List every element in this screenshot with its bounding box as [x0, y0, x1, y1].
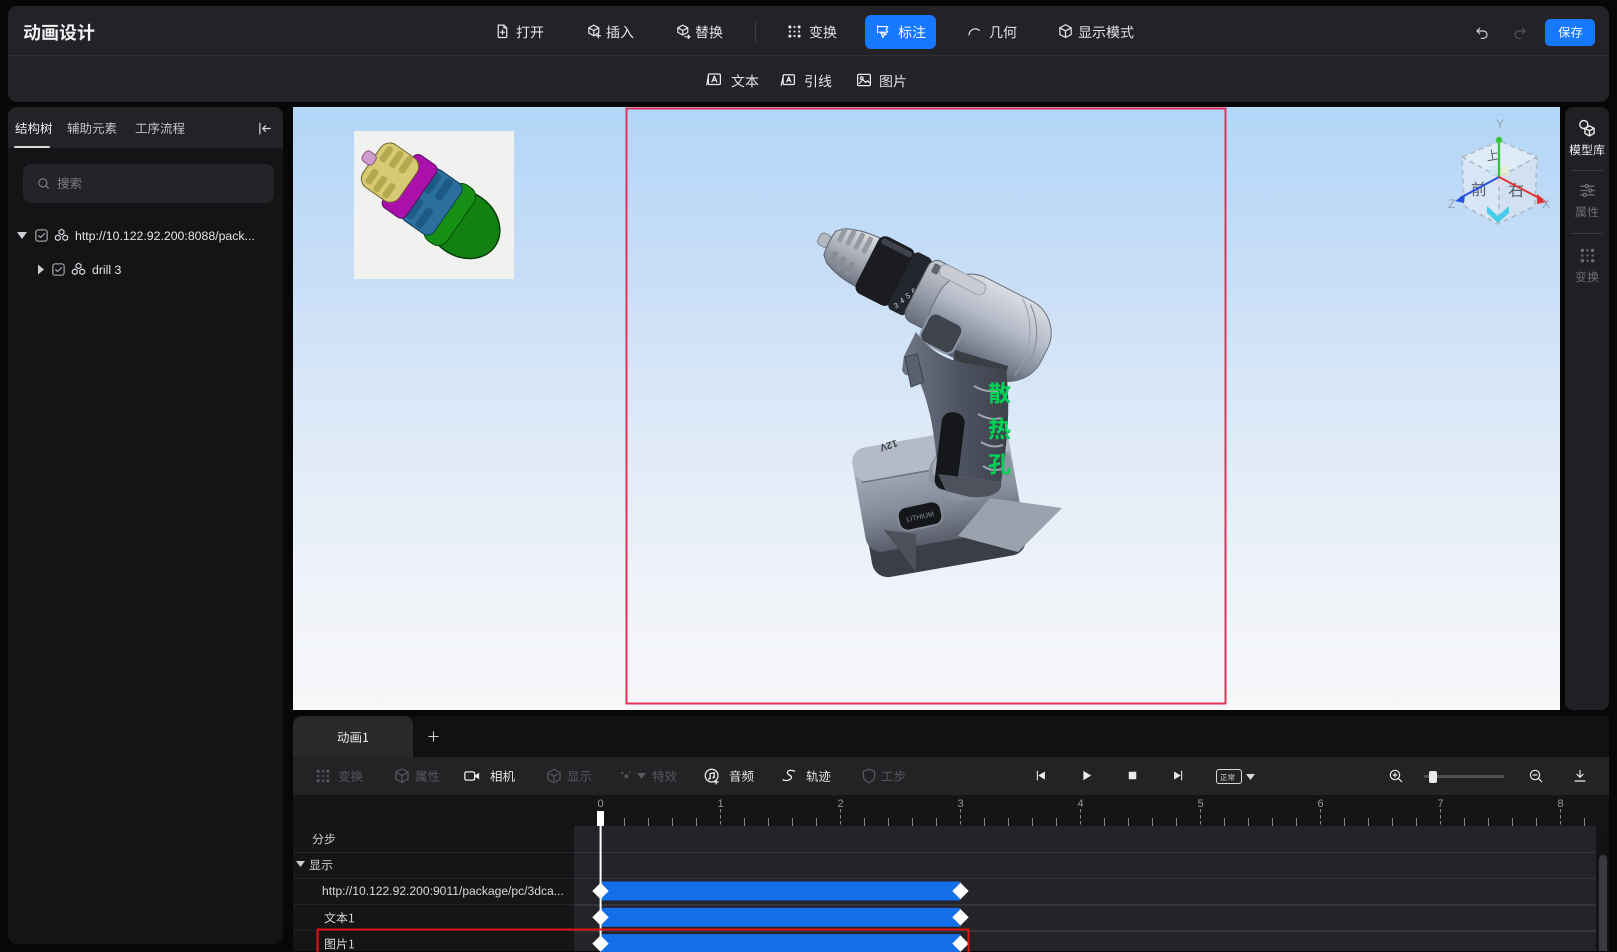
- svg-text:Y: Y: [1496, 117, 1504, 131]
- svg-text:Z: Z: [1448, 197, 1455, 211]
- svg-text:X: X: [1542, 197, 1550, 211]
